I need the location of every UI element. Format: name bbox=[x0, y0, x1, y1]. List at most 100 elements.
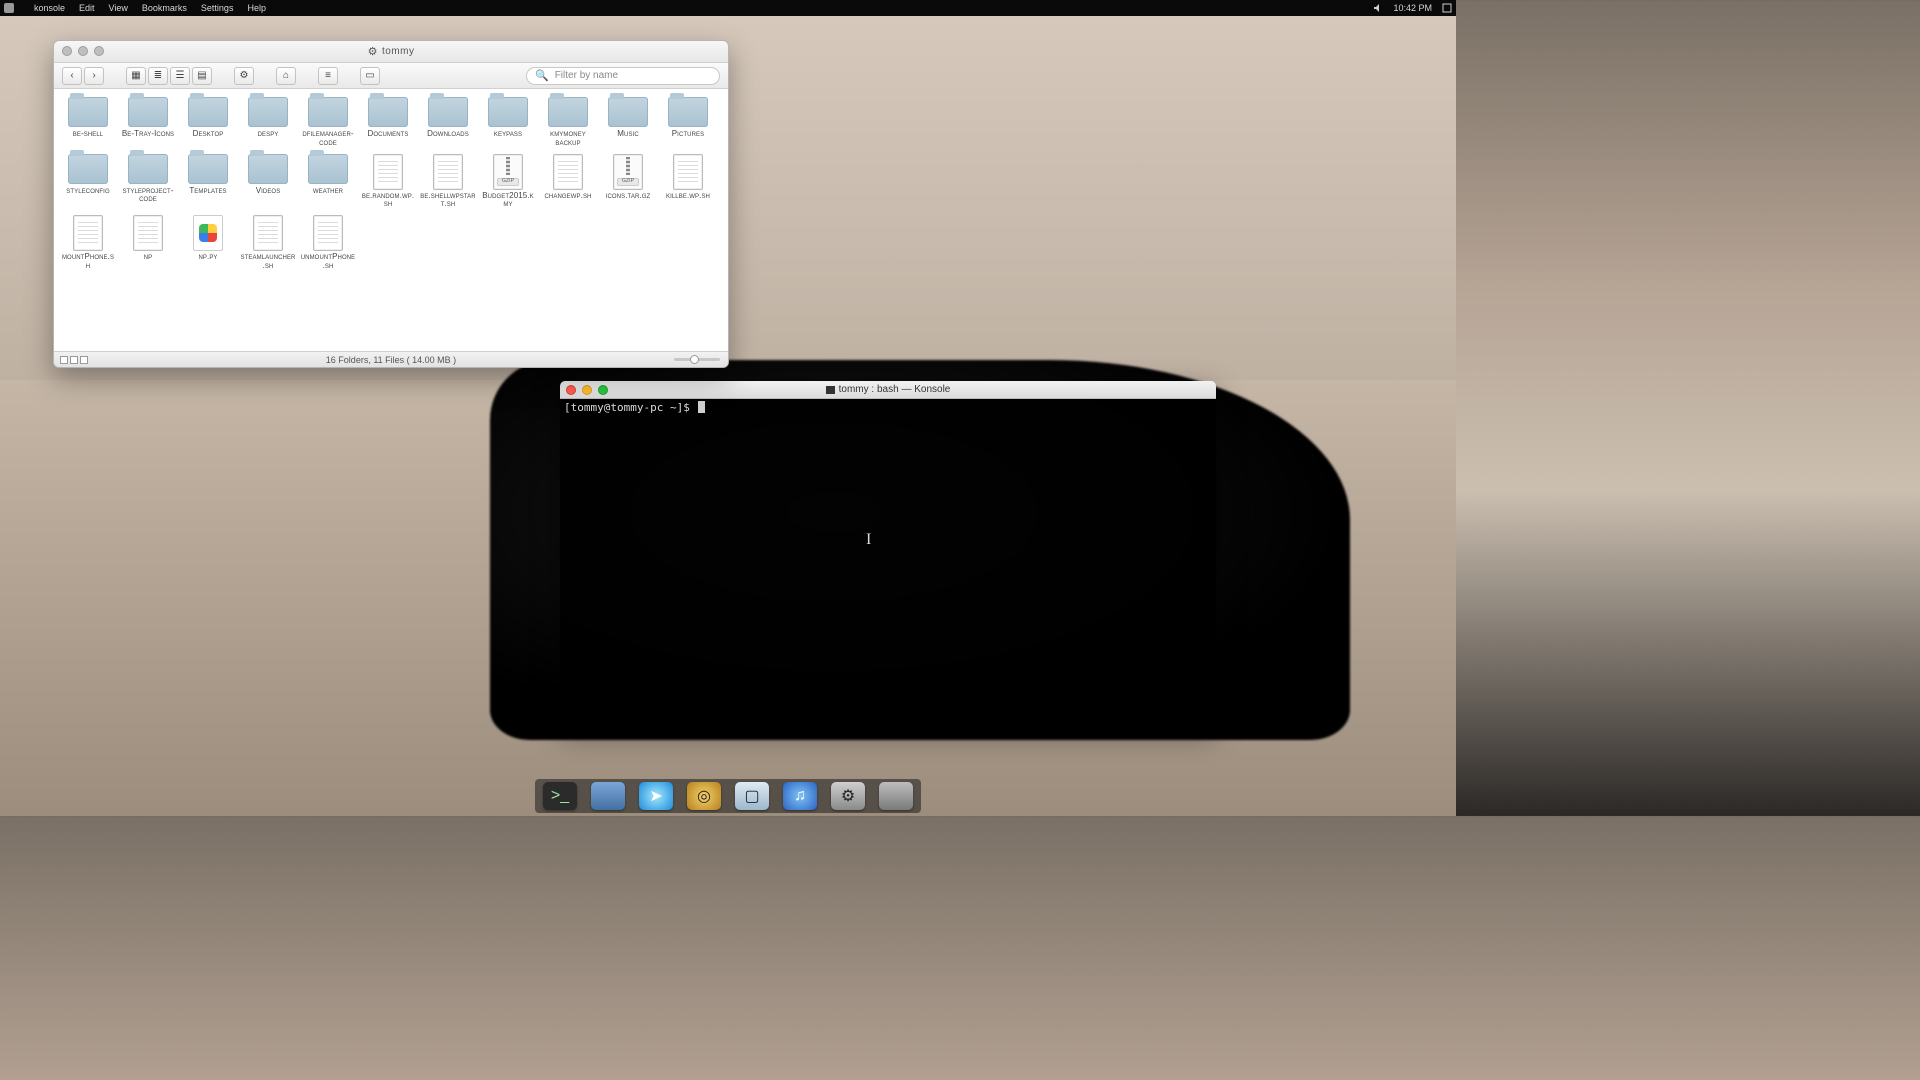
item-label: steamlauncher.sh bbox=[238, 253, 298, 271]
item-label: Videos bbox=[254, 187, 283, 196]
folder-icon bbox=[128, 97, 168, 127]
distro-logo-icon[interactable] bbox=[4, 3, 14, 13]
sort-button[interactable]: ≡ bbox=[318, 67, 338, 85]
settings-gear-button[interactable]: ⚙ bbox=[234, 67, 254, 85]
file-item[interactable]: killbe.wp.sh bbox=[658, 154, 718, 210]
new-tab-button[interactable]: ▭ bbox=[360, 67, 380, 85]
dock-music-app[interactable]: ♫ bbox=[783, 782, 817, 810]
folder-icon bbox=[68, 154, 108, 184]
clock[interactable]: 10:42 PM bbox=[1393, 3, 1432, 13]
file-manager-window: ⚙ tommy ‹ › ▦ ≣ ☰ ▤ ⚙ ⌂ ≡ ▭ 🔍 Filter by … bbox=[53, 40, 729, 368]
maximize-icon[interactable] bbox=[94, 46, 104, 56]
menu-settings[interactable]: Settings bbox=[201, 3, 234, 13]
archive-icon: GZIP bbox=[493, 154, 523, 190]
folder-item[interactable]: Downloads bbox=[418, 97, 478, 148]
folder-icon bbox=[428, 97, 468, 127]
file-item[interactable]: steamlauncher.sh bbox=[238, 215, 298, 271]
file-manager-titlebar[interactable]: ⚙ tommy bbox=[54, 41, 728, 63]
item-label: Be-Tray-Icons bbox=[120, 130, 176, 139]
view-icons-button[interactable]: ▦ bbox=[126, 67, 146, 85]
dock-finder-app[interactable] bbox=[591, 782, 625, 810]
nav-forward-button[interactable]: › bbox=[84, 67, 104, 85]
home-button[interactable]: ⌂ bbox=[276, 67, 296, 85]
folder-item[interactable]: dfilemanager-code bbox=[298, 97, 358, 148]
file-item[interactable]: unmountPhone.sh bbox=[298, 215, 358, 271]
close-icon[interactable] bbox=[566, 385, 576, 395]
top-menubar: konsole Edit View Bookmarks Settings Hel… bbox=[0, 0, 1456, 16]
file-item[interactable]: mountPhone.sh bbox=[58, 215, 118, 271]
close-icon[interactable] bbox=[62, 46, 72, 56]
file-item[interactable]: GZIPBudget2015.kmy bbox=[478, 154, 538, 210]
folder-icon bbox=[668, 97, 708, 127]
folder-item[interactable]: keypass bbox=[478, 97, 538, 148]
folder-item[interactable]: Pictures bbox=[658, 97, 718, 148]
item-label: kmymoney backup bbox=[538, 130, 598, 148]
status-box-3[interactable] bbox=[80, 356, 88, 364]
folder-item[interactable]: be-shell bbox=[58, 97, 118, 148]
file-item[interactable]: changewp.sh bbox=[538, 154, 598, 210]
nav-back-button[interactable]: ‹ bbox=[62, 67, 82, 85]
session-menu-icon[interactable] bbox=[1442, 3, 1452, 13]
dock-app-8[interactable] bbox=[879, 782, 913, 810]
file-manager-body: be-shellBe-Tray-IconsDesktopdespydfilema… bbox=[54, 89, 728, 351]
folder-item[interactable]: Templates bbox=[178, 154, 238, 210]
text-file-icon bbox=[553, 154, 583, 190]
folder-item[interactable]: Documents bbox=[358, 97, 418, 148]
item-label: Pictures bbox=[670, 130, 706, 139]
dock-monitor-app[interactable]: ▢ bbox=[735, 782, 769, 810]
item-label: Documents bbox=[365, 130, 410, 139]
item-label: weather bbox=[311, 187, 345, 196]
dock-coin-app[interactable]: ◎ bbox=[687, 782, 721, 810]
text-file-icon bbox=[133, 215, 163, 251]
file-item[interactable]: be.random.wp.sh bbox=[358, 154, 418, 210]
filter-input[interactable]: 🔍 Filter by name bbox=[526, 67, 720, 85]
status-box-2[interactable] bbox=[70, 356, 78, 364]
folder-item[interactable]: styleproject-code bbox=[118, 154, 178, 210]
file-item[interactable]: GZIPicons.tar.gz bbox=[598, 154, 658, 210]
zoom-slider[interactable] bbox=[674, 358, 720, 361]
menu-help[interactable]: Help bbox=[247, 3, 266, 13]
folder-item[interactable]: Music bbox=[598, 97, 658, 148]
file-manager-title: tommy bbox=[382, 46, 415, 57]
view-list-button[interactable]: ≣ bbox=[148, 67, 168, 85]
item-label: styleconfig bbox=[64, 187, 111, 196]
dock-terminal-app[interactable]: >_ bbox=[543, 782, 577, 810]
file-item[interactable]: np bbox=[118, 215, 178, 271]
text-file-icon bbox=[433, 154, 463, 190]
terminal-titlebar[interactable]: tommy : bash — Konsole bbox=[560, 381, 1216, 399]
folder-item[interactable]: Desktop bbox=[178, 97, 238, 148]
view-columns-button[interactable]: ☰ bbox=[170, 67, 190, 85]
minimize-icon[interactable] bbox=[78, 46, 88, 56]
menu-edit[interactable]: Edit bbox=[79, 3, 95, 13]
minimize-icon[interactable] bbox=[582, 385, 592, 395]
maximize-icon[interactable] bbox=[598, 385, 608, 395]
menu-bookmarks[interactable]: Bookmarks bbox=[142, 3, 187, 13]
dock: >_ ➤ ◎ ▢ ♫ ⚙ bbox=[535, 779, 921, 813]
menu-view[interactable]: View bbox=[109, 3, 128, 13]
text-file-icon bbox=[313, 215, 343, 251]
folder-icon bbox=[368, 97, 408, 127]
folder-item[interactable]: styleconfig bbox=[58, 154, 118, 210]
terminal-prompt: [tommy@tommy-pc ~]$ bbox=[564, 401, 696, 414]
folder-icon bbox=[308, 97, 348, 127]
item-label: mountPhone.sh bbox=[58, 253, 118, 271]
volume-icon[interactable] bbox=[1373, 3, 1383, 13]
menubar-app-name[interactable]: konsole bbox=[34, 3, 65, 13]
item-label: np.py bbox=[196, 253, 219, 262]
item-label: keypass bbox=[492, 130, 524, 139]
item-label: unmountPhone.sh bbox=[298, 253, 358, 271]
folder-icon bbox=[548, 97, 588, 127]
folder-item[interactable]: kmymoney backup bbox=[538, 97, 598, 148]
text-file-icon bbox=[253, 215, 283, 251]
folder-item[interactable]: weather bbox=[298, 154, 358, 210]
file-item[interactable]: np.py bbox=[178, 215, 238, 271]
view-compact-button[interactable]: ▤ bbox=[192, 67, 212, 85]
file-item[interactable]: be.shellwpstart.sh bbox=[418, 154, 478, 210]
folder-item[interactable]: Videos bbox=[238, 154, 298, 210]
folder-item[interactable]: Be-Tray-Icons bbox=[118, 97, 178, 148]
status-box-1[interactable] bbox=[60, 356, 68, 364]
terminal-body[interactable]: [tommy@tommy-pc ~]$ I bbox=[560, 399, 1216, 723]
folder-item[interactable]: despy bbox=[238, 97, 298, 148]
dock-settings-app[interactable]: ⚙ bbox=[831, 782, 865, 810]
dock-web-app[interactable]: ➤ bbox=[639, 782, 673, 810]
